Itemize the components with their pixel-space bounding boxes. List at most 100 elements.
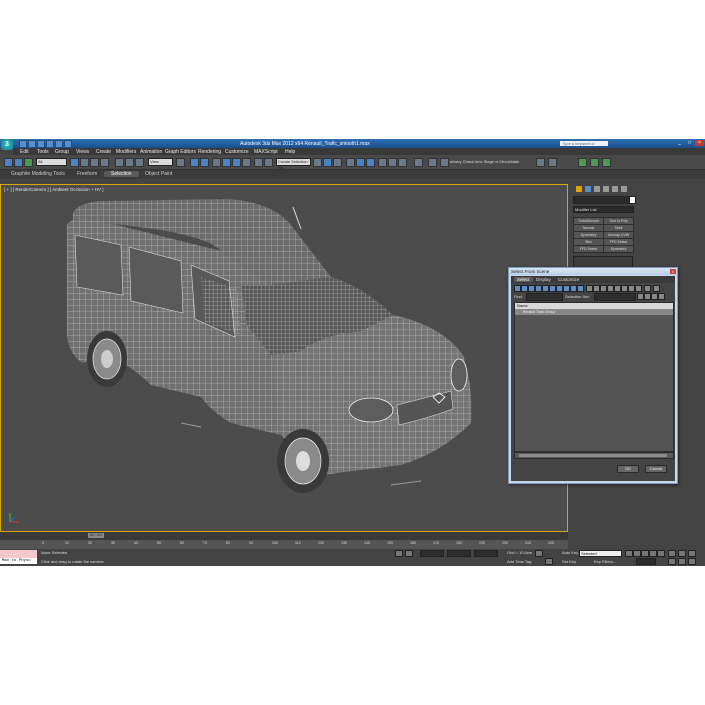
track-bar[interactable]: 0 10 20 30 40 50 60 70 80 90 100 110 120… xyxy=(0,540,568,549)
material-editor-icon[interactable] xyxy=(366,158,375,167)
maxscript-listener-input[interactable]: Max to Physc xyxy=(0,558,37,564)
plugin-b-icon[interactable] xyxy=(590,158,599,167)
selection-set-add-icon[interactable] xyxy=(637,293,644,300)
align-icon[interactable] xyxy=(313,158,322,167)
keyboard-shortcut-icon[interactable] xyxy=(200,158,209,167)
play-icon[interactable] xyxy=(641,550,649,557)
dialog-tab-display[interactable]: Display xyxy=(533,277,554,282)
plugin-a-icon[interactable] xyxy=(578,158,587,167)
new-icon[interactable] xyxy=(19,140,27,148)
absolute-mode-icon[interactable] xyxy=(405,550,413,557)
filter-geometry-icon[interactable] xyxy=(514,285,521,292)
teapot-render-icon[interactable] xyxy=(414,158,423,167)
select-manipulate-icon[interactable] xyxy=(190,158,199,167)
selection-set-options-icon[interactable] xyxy=(658,293,665,300)
schematic-view-icon[interactable] xyxy=(356,158,365,167)
dialog-tab-select[interactable]: Select xyxy=(514,277,533,282)
link-icon[interactable] xyxy=(4,158,13,167)
maximize-viewport-icon[interactable] xyxy=(688,558,696,565)
display-tab-icon[interactable] xyxy=(612,186,618,192)
search-input[interactable]: Type a keyword or phrase xyxy=(560,140,608,151)
project-folder-icon[interactable] xyxy=(64,140,72,148)
maximize-button[interactable]: □ xyxy=(685,140,694,146)
close-button[interactable]: × xyxy=(695,140,704,146)
grid-icon[interactable] xyxy=(548,158,557,167)
scale-icon[interactable] xyxy=(135,158,144,167)
dialog-close-button[interactable]: × xyxy=(670,269,676,274)
percent-snap-icon[interactable] xyxy=(232,158,241,167)
lock-cell-editing-icon[interactable] xyxy=(635,285,642,292)
rotate-icon[interactable] xyxy=(125,158,134,167)
filter-containers-icon[interactable] xyxy=(577,285,584,292)
delivery-check-icon[interactable] xyxy=(428,158,437,167)
truck-icon[interactable] xyxy=(678,558,686,565)
snaps-toggle-icon[interactable] xyxy=(212,158,221,167)
modifier-list-dropdown[interactable]: Modifier List xyxy=(573,206,634,213)
time-slider-thumb[interactable]: 26 / 100 xyxy=(88,533,104,538)
spinner-snap-icon[interactable] xyxy=(242,158,251,167)
selection-set-dropdown[interactable] xyxy=(594,293,636,301)
current-frame-field[interactable] xyxy=(636,558,656,565)
tab-graphite-modeling-tools[interactable]: Graphite Modeling Tools xyxy=(4,171,72,177)
lock-selection-icon[interactable] xyxy=(395,550,403,557)
bind-space-warp-icon[interactable] xyxy=(24,158,33,167)
filter-groups-icon[interactable] xyxy=(556,285,563,292)
tab-freeform[interactable]: Freeform xyxy=(70,171,104,177)
app-logo-icon[interactable]: 3 xyxy=(1,139,13,150)
object-color-swatch[interactable] xyxy=(629,196,636,204)
motion-tab-icon[interactable] xyxy=(603,186,609,192)
create-tab-icon[interactable] xyxy=(576,186,582,192)
filter-cameras-icon[interactable] xyxy=(535,285,542,292)
pan-icon[interactable] xyxy=(668,550,676,557)
filter-bones-icon[interactable] xyxy=(570,285,577,292)
filter-shapes-icon[interactable] xyxy=(521,285,528,292)
funnel-filter-icon[interactable] xyxy=(644,285,651,292)
key-icon[interactable] xyxy=(545,558,553,565)
hierarchy-tab-icon[interactable] xyxy=(594,186,600,192)
edit-named-selection-icon[interactable] xyxy=(254,158,263,167)
modify-tab-icon[interactable] xyxy=(585,186,591,192)
list-item[interactable]: Renault Trafic Group xyxy=(515,309,673,315)
selection-set-edit-icon[interactable] xyxy=(651,293,658,300)
ok-button[interactable]: OK xyxy=(617,465,639,473)
time-slider[interactable]: 26 / 100 xyxy=(0,532,568,540)
pivot-center-icon[interactable] xyxy=(176,158,185,167)
key-filters-button[interactable]: Key Filters... xyxy=(594,559,616,564)
maxscript-listener-output[interactable] xyxy=(0,550,37,558)
script-icon[interactable] xyxy=(536,158,545,167)
auto-key-button[interactable]: Auto Key xyxy=(562,550,578,555)
orbit-icon[interactable] xyxy=(678,550,686,557)
x-coordinate-field[interactable] xyxy=(420,550,444,557)
curve-editor-icon[interactable] xyxy=(346,158,355,167)
render-icon[interactable] xyxy=(398,158,407,167)
tab-object-paint[interactable]: Object Paint xyxy=(138,171,179,177)
select-invert-icon[interactable] xyxy=(600,285,607,292)
save-icon[interactable] xyxy=(37,140,45,148)
select-none-icon[interactable] xyxy=(593,285,600,292)
reference-coordinate-dropdown[interactable]: View xyxy=(148,158,173,166)
utilities-tab-icon[interactable] xyxy=(621,186,627,192)
select-object-icon[interactable] xyxy=(70,158,79,167)
selection-filter-dropdown[interactable]: All xyxy=(36,158,67,166)
modifier-symmetry-2-button[interactable]: Symmetry xyxy=(603,245,634,253)
set-key-button[interactable]: Set Key xyxy=(562,559,576,564)
zoom-icon[interactable] xyxy=(688,550,696,557)
angle-snap-icon[interactable] xyxy=(222,158,231,167)
filter-xrefs-icon[interactable] xyxy=(563,285,570,292)
graphite-toggle-icon[interactable] xyxy=(333,158,342,167)
y-coordinate-field[interactable] xyxy=(447,550,471,557)
modifier-ffd-select-2-button[interactable]: FFD Select xyxy=(573,245,604,253)
window-crossing-icon[interactable] xyxy=(100,158,109,167)
sync-selection-icon[interactable] xyxy=(628,285,635,292)
van-wireframe-model[interactable] xyxy=(1,185,567,531)
scrollbar-thumb[interactable] xyxy=(519,454,667,457)
layer-manager-icon[interactable] xyxy=(323,158,332,167)
tab-selection[interactable]: Selection xyxy=(104,171,139,177)
move-icon[interactable] xyxy=(115,158,124,167)
unlink-icon[interactable] xyxy=(14,158,23,167)
select-by-name-icon[interactable] xyxy=(80,158,89,167)
redo-icon[interactable] xyxy=(55,140,63,148)
perspective-viewport[interactable]: [ + ] [ RenderCamera ] [ Ambient Occlusi… xyxy=(0,184,568,532)
selection-set-remove-icon[interactable] xyxy=(644,293,651,300)
object-name-field[interactable] xyxy=(573,196,630,204)
